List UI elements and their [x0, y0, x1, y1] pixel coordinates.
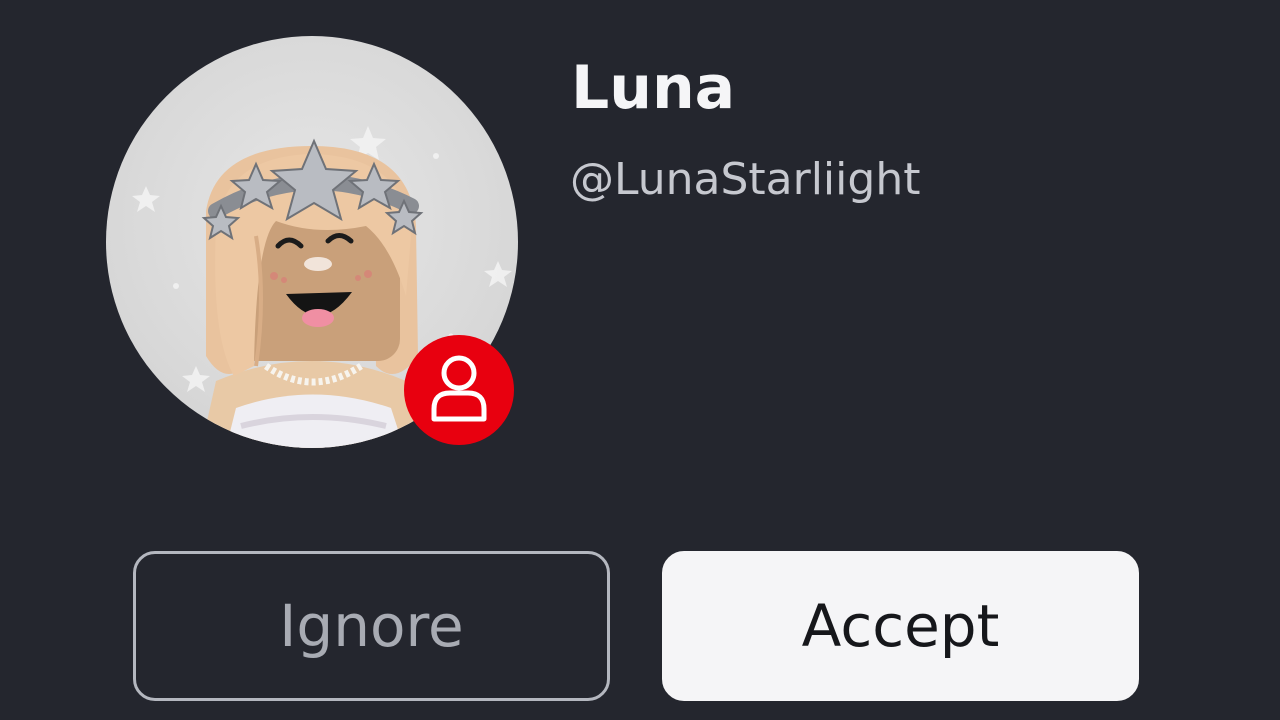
person-icon — [431, 355, 487, 422]
ignore-button-label: Ignore — [279, 592, 464, 660]
friend-request-badge — [404, 335, 514, 445]
ignore-button[interactable]: Ignore — [133, 551, 610, 701]
display-name: Luna — [571, 53, 736, 123]
friend-request-card: Luna @LunaStarliight Ignore Accept — [0, 0, 1280, 720]
accept-button[interactable]: Accept — [662, 551, 1139, 701]
username: @LunaStarliight — [570, 154, 921, 205]
accept-button-label: Accept — [801, 592, 1000, 660]
